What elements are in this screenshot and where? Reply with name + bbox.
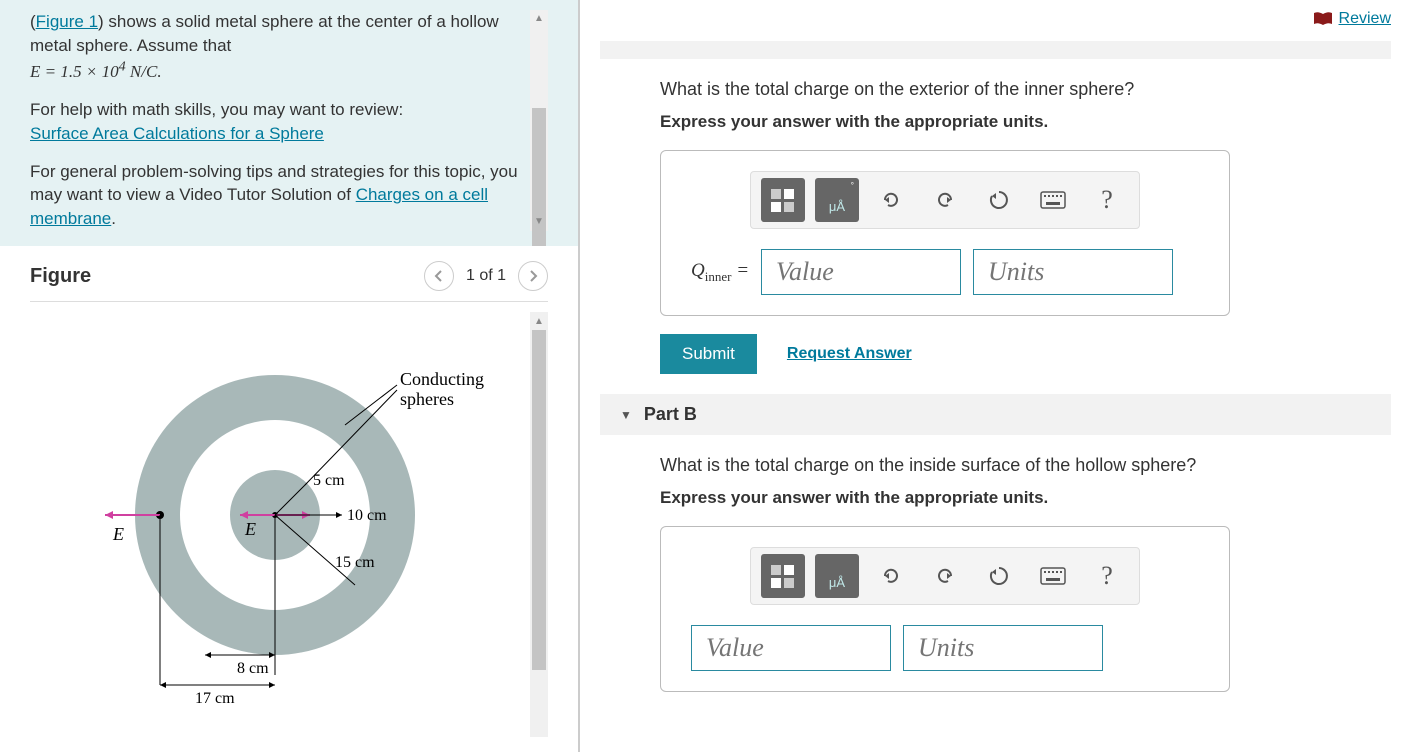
redo-button[interactable] [923,554,967,598]
part-b: ▼ Part B What is the total charge on the… [600,394,1391,692]
keyboard-button[interactable] [1031,178,1075,222]
svg-text:E⃗: E⃗ [244,519,270,539]
text: . [111,209,116,228]
scroll-down-icon[interactable]: ▼ [530,213,548,231]
redo-icon [934,189,956,211]
scroll-up-icon[interactable]: ▲ [530,312,548,330]
scroll-thumb[interactable] [532,330,546,670]
formula-e: E = 1.5 × 104 N/C. [30,62,162,81]
scroll-up-icon[interactable]: ▲ [530,10,548,28]
svg-text:8 cm: 8 cm [237,660,269,677]
review-label: Review [1339,10,1391,28]
svg-text:5 cm: 5 cm [313,472,345,489]
part-a-question: What is the total charge on the exterior… [660,79,1391,100]
answer-box: μÅ ° ? [660,150,1230,316]
keyboard-button[interactable] [1031,554,1075,598]
variable-label: Qinner = [691,260,749,285]
units-tool-button[interactable]: μÅ ° [815,178,859,222]
part-a: What is the total charge on the exterior… [600,59,1391,374]
figure-scrollbar[interactable]: ▲ [530,312,548,737]
svg-text:spheres: spheres [400,389,454,409]
reset-button[interactable] [977,178,1021,222]
part-b-instruction: Express your answer with the appropriate… [660,488,1391,508]
undo-icon [880,565,902,587]
redo-button[interactable] [923,178,967,222]
part-a-instruction: Express your answer with the appropriate… [660,112,1391,132]
template-icon [768,561,798,591]
help-intro: For help with math skills, you may want … [30,100,403,119]
review-link[interactable]: Review [1313,10,1391,28]
reset-button[interactable] [977,554,1021,598]
answer-toolbar: μÅ ° ? [750,171,1140,229]
redo-icon [934,565,956,587]
template-tool-button[interactable] [761,554,805,598]
chevron-right-icon [527,270,539,282]
template-tool-button[interactable] [761,178,805,222]
help-button[interactable]: ? [1085,178,1129,222]
part-b-title: Part B [644,404,697,425]
undo-icon [880,189,902,211]
surface-area-link[interactable]: Surface Area Calculations for a Sphere [30,124,324,143]
request-answer-link[interactable]: Request Answer [787,345,912,363]
help-button[interactable]: ? [1085,554,1129,598]
svg-text:E⃗: E⃗ [112,524,138,544]
svg-text:15 cm: 15 cm [335,554,375,571]
units-input[interactable] [973,249,1173,295]
svg-text:17 cm: 17 cm [195,690,235,707]
value-input[interactable] [761,249,961,295]
book-icon [1313,12,1333,26]
part-b-header[interactable]: ▼ Part B [600,394,1391,435]
part-b-question: What is the total charge on the inside s… [660,455,1391,476]
keyboard-icon [1040,567,1066,585]
units-input[interactable] [903,625,1103,671]
figure-next-button[interactable] [518,261,548,291]
text: ) shows a solid metal sphere at the cent… [30,12,499,55]
template-icon [768,185,798,215]
figure-counter: 1 of 1 [466,267,506,285]
units-tool-button[interactable]: μÅ [815,554,859,598]
figure-prev-button[interactable] [424,261,454,291]
chevron-left-icon [433,270,445,282]
undo-button[interactable] [869,178,913,222]
keyboard-icon [1040,191,1066,209]
answer-box: μÅ ? [660,526,1230,692]
svg-text:10 cm: 10 cm [347,507,387,524]
undo-button[interactable] [869,554,913,598]
figure-title: Figure [30,265,91,288]
figure-diagram: E⃗ E⃗ 5 cm 10 cm 15 cm [45,335,515,715]
answer-toolbar: μÅ ? [750,547,1140,605]
reset-icon [988,189,1010,211]
value-input[interactable] [691,625,891,671]
reset-icon [988,565,1010,587]
chevron-down-icon: ▼ [620,408,632,422]
svg-text:Conducting: Conducting [400,369,484,389]
figure-link[interactable]: Figure 1 [36,12,98,31]
problem-scrollbar[interactable]: ▲ ▼ [530,10,548,231]
problem-statement: (Figure 1) shows a solid metal sphere at… [30,10,522,231]
submit-button[interactable]: Submit [660,334,757,374]
